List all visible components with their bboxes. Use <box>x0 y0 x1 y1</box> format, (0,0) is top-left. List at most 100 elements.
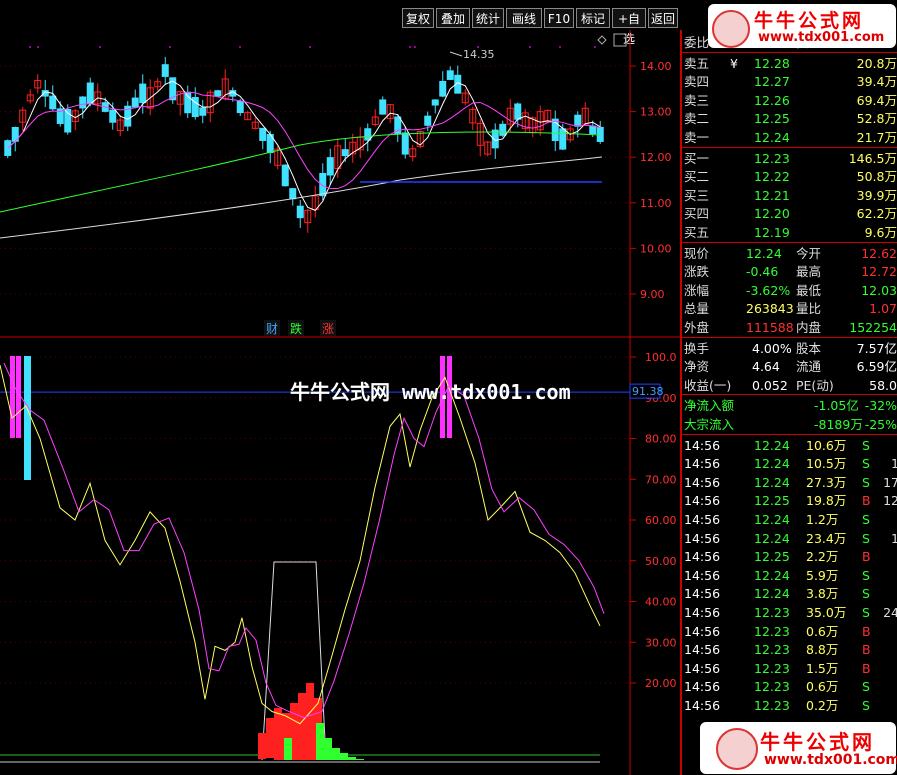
candle-body <box>109 109 117 123</box>
stat-row[interactable]: 涨跌 -0.46 最高 12.72 <box>684 263 897 281</box>
flow-row[interactable]: 净流入额 -1.05亿 -32% <box>684 397 897 415</box>
tick-row[interactable]: 14:56 12.23 0.6万 B <box>684 623 897 641</box>
event-icon[interactable]: 跌 <box>290 321 302 336</box>
bid-row[interactable]: 买一 12.23 146.5万 <box>684 150 897 168</box>
price-tick-label: 10.00 <box>640 242 672 255</box>
candle-body <box>401 132 409 155</box>
flow-row[interactable]: 大宗流入 -8189万 -25% <box>684 416 897 434</box>
price-tick-label: 12.00 <box>640 151 672 164</box>
toolbar-button-3[interactable]: 画线 <box>506 8 542 28</box>
scroll-icon[interactable] <box>613 33 627 47</box>
green-volume-bar <box>316 723 324 760</box>
candle-body <box>296 205 304 219</box>
bid-row[interactable]: 买二 12.22 50.8万 <box>684 168 897 186</box>
fund-value-2: 58.0 <box>869 377 897 393</box>
tick-side: B <box>862 660 871 676</box>
tick-time: 14:56 <box>684 493 721 509</box>
tick-price: 12.24 <box>754 530 790 546</box>
ask-row[interactable]: 卖五 ¥12.28 20.8万 <box>684 55 897 73</box>
toolbar-button-5[interactable]: 标记 <box>576 8 610 28</box>
tick-row[interactable]: 14:56 12.24 10.6万 S <box>684 437 897 455</box>
event-icon[interactable]: 财 <box>266 322 278 336</box>
tick-price: 12.24 <box>754 456 790 472</box>
toolbar-button-2[interactable]: 统计 <box>472 8 504 28</box>
tick-price: 12.24 <box>754 512 790 527</box>
ma10-line <box>7 91 601 190</box>
candle-body <box>199 107 207 116</box>
bid-volume: 9.6万 <box>864 225 897 240</box>
tick-row[interactable]: 14:56 12.25 19.8万 B 12 <box>684 492 897 510</box>
bid-price: 12.23 <box>754 150 790 166</box>
tick-time: 14:56 <box>684 660 721 676</box>
toolbar-button-6[interactable]: +自选 <box>612 8 646 46</box>
tick-volume: 10.5万 <box>806 456 847 472</box>
fund-value-2: 6.59亿 <box>856 359 897 375</box>
ask-price: 12.26 <box>754 92 790 108</box>
red-volume-bar <box>274 708 282 760</box>
fund-value: 4.64 <box>752 359 780 375</box>
tick-side: S <box>862 567 870 583</box>
event-icon[interactable]: 涨 <box>322 321 334 336</box>
quote-panel: 委比委差卖五¥12.2820.8万卖四12.2739.4万卖三12.2669.4… <box>680 30 897 775</box>
fund-row[interactable]: 换手 4.00% 股本 7.57亿 <box>684 340 897 358</box>
toolbar-button-0[interactable]: 复权 <box>402 8 434 28</box>
stat-row[interactable]: 外盘 111588 内盘 152254 <box>684 319 897 337</box>
tick-row[interactable]: 14:56 12.24 3.8万 S <box>684 585 897 603</box>
candle-body <box>289 188 297 200</box>
watermark-logo-icon <box>716 728 758 770</box>
tick-count: 1 <box>891 456 897 472</box>
toolbar-button-4[interactable]: F10 <box>544 8 574 28</box>
ask-label: 卖一 <box>684 130 710 145</box>
ask-row[interactable]: 卖三 12.26 69.4万 <box>684 92 897 110</box>
fund-row[interactable]: 收益(一) 0.052 PE(动) 58.0 <box>684 377 897 395</box>
watermark-badge-top: 牛牛公式网 www.tdx001.com <box>708 4 896 48</box>
stat-value-2: 12.72 <box>861 264 897 280</box>
signal-dot <box>239 46 241 48</box>
tick-row[interactable]: 14:56 12.25 2.2万 B <box>684 548 897 566</box>
ask-row[interactable]: 卖二 12.25 52.8万 <box>684 110 897 128</box>
ask-row[interactable]: 卖一 12.24 21.7万 <box>684 129 897 147</box>
fund-row[interactable]: 净资 4.64 流通 6.59亿 <box>684 358 897 376</box>
fund-value: 4.00% <box>752 340 792 356</box>
stat-row[interactable]: 现价 12.24 今开 12.62 <box>684 245 897 263</box>
panel-separator <box>682 146 897 148</box>
tick-row[interactable]: 14:56 12.23 8.8万 B <box>684 641 897 659</box>
bid-volume: 39.9万 <box>856 187 897 203</box>
signal-dot <box>529 46 531 48</box>
stat-row[interactable]: 涨幅 -3.62% 最低 12.03 <box>684 282 897 300</box>
candles <box>4 56 604 233</box>
bid-price: 12.19 <box>754 225 790 240</box>
bid-row[interactable]: 买四 12.20 62.2万 <box>684 205 897 223</box>
price-chart[interactable]: 14.00 13.00 12.00 11.00 10.00 9.00 14.35 财跌 涨 <box>0 30 680 338</box>
tick-price: 12.23 <box>754 679 790 695</box>
bid-row[interactable]: 买五 12.19 9.6万 <box>684 224 897 242</box>
tick-row[interactable]: 14:56 12.23 1.5万 B <box>684 660 897 678</box>
stat-label: 现价 <box>684 245 710 261</box>
candle-body <box>49 95 57 110</box>
tick-row[interactable]: 14:56 12.24 5.9万 S <box>684 567 897 585</box>
candle-body <box>514 103 522 120</box>
toolbar-button-1[interactable]: 叠加 <box>436 8 470 28</box>
tick-row[interactable]: 14:56 12.24 1.2万 S <box>684 511 897 529</box>
watermark-overlay-text: 牛牛公式网 www.tdx001.com <box>290 380 571 404</box>
tick-row[interactable]: 14:56 12.24 27.3万 S 17 <box>684 474 897 492</box>
ask-row[interactable]: 卖四 12.27 39.4万 <box>684 73 897 91</box>
tick-time: 14:56 <box>684 679 721 695</box>
red-volume-bar <box>298 693 306 760</box>
stat-row[interactable]: 总量 263843 量比 1.07 <box>684 300 897 318</box>
bid-label: 买四 <box>684 206 710 222</box>
bid-row[interactable]: 买三 12.21 39.9万 <box>684 187 897 205</box>
tick-volume: 27.3万 <box>806 474 847 490</box>
tick-row[interactable]: 14:56 12.24 23.4万 S 1 <box>684 530 897 548</box>
tick-volume: 10.6万 <box>806 437 847 453</box>
toolbar-button-7[interactable]: 返回 <box>648 8 678 28</box>
tick-row[interactable]: 14:56 12.23 0.6万 S <box>684 678 897 696</box>
tick-time: 14:56 <box>684 437 721 453</box>
tick-side: S <box>862 586 870 602</box>
indicator-tick-label: 30.00 <box>645 636 677 649</box>
tick-row[interactable]: 14:56 12.23 0.2万 S <box>684 697 897 715</box>
tick-row[interactable]: 14:56 12.24 10.5万 S 1 <box>684 455 897 473</box>
diamond-icon[interactable] <box>597 35 607 45</box>
tick-time: 14:56 <box>684 642 721 658</box>
tick-row[interactable]: 14:56 12.23 35.0万 S 24 <box>684 604 897 622</box>
